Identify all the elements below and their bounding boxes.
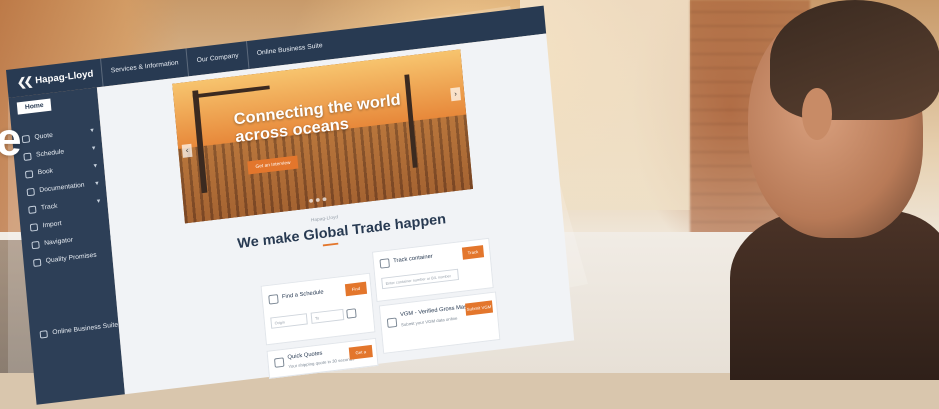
track-icon bbox=[28, 205, 37, 214]
carousel-dot[interactable] bbox=[322, 197, 327, 202]
document-icon bbox=[26, 187, 35, 196]
import-icon bbox=[29, 222, 39, 232]
carousel-dot[interactable] bbox=[315, 197, 320, 203]
hero-cta-button[interactable]: Get an Interview bbox=[247, 155, 299, 175]
carousel-dots bbox=[308, 197, 327, 203]
carousel-dot[interactable] bbox=[308, 198, 314, 203]
person-ear bbox=[802, 88, 832, 140]
section-kicker: Hapag-Lloyd bbox=[310, 214, 339, 224]
get-quote-button[interactable]: Get a Quote bbox=[348, 344, 373, 367]
track-icon bbox=[379, 258, 390, 269]
chevron-down-icon: ▼ bbox=[89, 127, 96, 134]
headline-divider bbox=[322, 242, 339, 247]
sidebar-item-label: Import bbox=[42, 220, 62, 230]
vgm-card-subtitle: Submit your VGM data online bbox=[400, 315, 458, 328]
sidebar-item-label: Quote bbox=[34, 132, 54, 141]
sidebar-menu: Quote ▼ Schedule ▼ Book ▼ Documentation … bbox=[12, 121, 113, 273]
origin-input[interactable]: Origin bbox=[270, 313, 308, 329]
calendar-icon bbox=[23, 152, 32, 161]
schedule-card-title: Find a Schedule bbox=[281, 289, 324, 301]
find-schedule-button[interactable]: Find bbox=[344, 281, 368, 297]
sidebar-item-label: Schedule bbox=[35, 148, 65, 159]
scale-icon bbox=[386, 317, 398, 328]
page-hero-letter: e bbox=[0, 113, 22, 165]
vgm-card-title: VGM - Verified Gross Mass bbox=[399, 304, 471, 318]
sidebar-item-label: Navigator bbox=[43, 236, 74, 247]
chevron-right-icon[interactable]: › bbox=[450, 87, 462, 102]
suite-icon bbox=[39, 329, 48, 339]
chevron-down-icon: ▼ bbox=[95, 198, 102, 205]
quality-icon bbox=[32, 258, 42, 267]
website-screen: ❮❮ Hapag-Lloyd Services & Information Ou… bbox=[6, 5, 575, 405]
main-content: Connecting the world across oceans Get a… bbox=[96, 33, 575, 395]
track-container-card: Track container Enter container number o… bbox=[372, 237, 494, 303]
sidebar-item-label: Track bbox=[40, 203, 58, 212]
calendar-picker-icon[interactable] bbox=[346, 308, 357, 319]
quote-icon bbox=[21, 134, 31, 143]
sidebar-item-online-business-suite[interactable]: Online Business Suite bbox=[29, 316, 118, 344]
container-number-input[interactable]: Enter container number or B/L number bbox=[381, 268, 460, 290]
brand-logo[interactable]: ❮❮ Hapag-Lloyd bbox=[16, 67, 94, 90]
track-button[interactable]: Track bbox=[461, 245, 485, 260]
submit-vgm-button[interactable]: Submit VGM bbox=[465, 300, 494, 316]
chevron-down-icon: ▼ bbox=[90, 145, 97, 152]
price-tag-icon bbox=[274, 357, 285, 368]
quotes-card-title: Quick Quotes bbox=[287, 350, 323, 361]
book-icon bbox=[24, 169, 34, 179]
destination-input[interactable]: To bbox=[310, 308, 345, 324]
chevron-down-icon: ▼ bbox=[93, 180, 101, 187]
hero-banner: Connecting the world across oceans Get a… bbox=[172, 49, 474, 224]
person-hair bbox=[770, 0, 939, 120]
find-schedule-card: Find a Schedule Origin To Find bbox=[260, 272, 376, 346]
chevron-left-icon[interactable]: ‹ bbox=[181, 143, 193, 158]
navigator-icon bbox=[31, 240, 40, 249]
sidebar-item-label: Online Business Suite bbox=[52, 321, 119, 337]
vgm-card: VGM - Verified Gross Mass Submit your VG… bbox=[378, 291, 501, 354]
track-card-title: Track container bbox=[393, 253, 434, 265]
sidebar-home-tab[interactable]: Home bbox=[16, 98, 52, 115]
sidebar-item-label: Documentation bbox=[39, 181, 85, 194]
sidebar-item-label: Book bbox=[37, 167, 54, 177]
sidebar-item-label: Quality Promises bbox=[45, 251, 97, 265]
brand-logo-text: Hapag-Lloyd bbox=[34, 68, 94, 86]
calendar-icon bbox=[268, 294, 279, 305]
chevron-down-icon: ▼ bbox=[92, 162, 99, 170]
hapag-lloyd-logo-icon: ❮❮ bbox=[16, 74, 32, 90]
